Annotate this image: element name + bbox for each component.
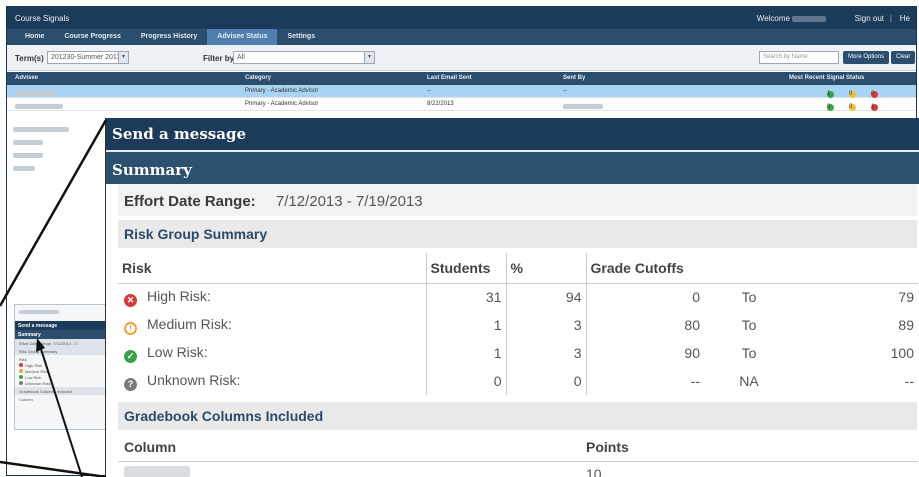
callout-arrow — [39, 345, 83, 477]
callout-line — [0, 460, 107, 477]
callout-line — [0, 119, 108, 307]
arrowhead-icon — [36, 338, 45, 352]
zoom-callout-lines — [0, 119, 108, 477]
